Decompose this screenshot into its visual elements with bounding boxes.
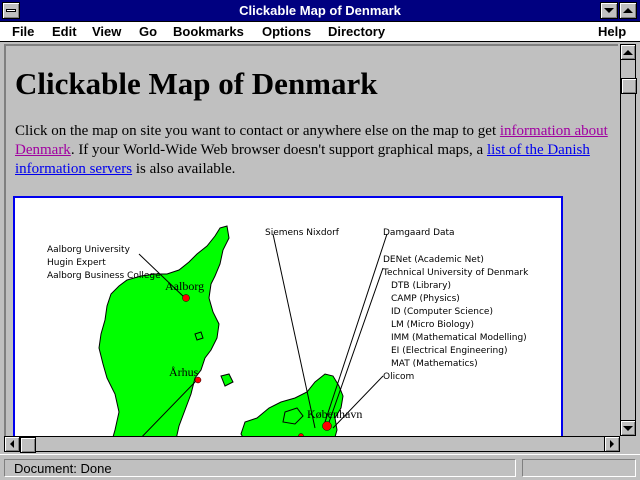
maximize-button[interactable]	[619, 2, 637, 19]
menu-bookmarks[interactable]: Bookmarks	[173, 24, 244, 39]
label-aalborg-business-college[interactable]: Aalborg Business College	[47, 271, 161, 281]
status-text: Document: Done	[4, 459, 516, 477]
island-3	[194, 331, 204, 341]
title-bar: Clickable Map of Denmark	[0, 0, 640, 22]
horizontal-scrollbar[interactable]	[4, 436, 620, 453]
page-title: Clickable Map of Denmark	[15, 66, 378, 101]
menu-options[interactable]: Options	[262, 24, 311, 39]
menu-directory[interactable]: Directory	[328, 24, 385, 39]
horizontal-scroll-thumb[interactable]	[20, 437, 36, 453]
label-id[interactable]: ID (Computer Science)	[391, 307, 493, 317]
document-view: Clickable Map of Denmark Click on the ma…	[4, 44, 618, 436]
window-title: Clickable Map of Denmark	[239, 3, 401, 18]
scroll-up-button[interactable]	[620, 44, 636, 60]
label-aalborg-university[interactable]: Aalborg University	[47, 245, 131, 255]
callout-line-damgaard	[322, 233, 388, 429]
menu-view[interactable]: View	[92, 24, 121, 39]
label-dtu[interactable]: Technical University of Denmark	[382, 268, 529, 278]
site-dot-aalborg[interactable]	[182, 294, 190, 302]
vertical-scroll-thumb[interactable]	[621, 78, 637, 94]
label-camp[interactable]: CAMP (Physics)	[391, 294, 460, 304]
menu-bar: File Edit View Go Bookmarks Options Dire…	[0, 22, 640, 42]
horizontal-scroll-track[interactable]	[20, 436, 604, 453]
label-imm[interactable]: IMM (Mathematical Modelling)	[391, 333, 527, 343]
intro-text-3: is also available.	[132, 161, 236, 177]
vertical-scrollbar[interactable]	[620, 44, 637, 436]
label-dtb[interactable]: DTB (Library)	[391, 281, 451, 291]
label-siemens-nixdorf[interactable]: Siemens Nixdorf	[265, 228, 340, 238]
scroll-left-button[interactable]	[4, 436, 20, 452]
city-label-aarhus: Århus	[169, 365, 199, 379]
menu-help[interactable]: Help	[598, 24, 626, 39]
scroll-right-button[interactable]	[604, 436, 620, 452]
city-label-aalborg: Aalborg	[165, 279, 204, 293]
city-label-kobenhavn: København	[307, 407, 362, 421]
label-denet[interactable]: DENet (Academic Net)	[383, 255, 484, 265]
scroll-left-icon	[10, 440, 14, 448]
intro-paragraph: Click on the map on site you want to con…	[15, 122, 611, 179]
label-damgaard-data[interactable]: Damgaard Data	[383, 228, 455, 238]
vertical-scroll-track[interactable]	[620, 60, 637, 420]
minimize-icon	[604, 8, 614, 13]
minimize-button[interactable]	[600, 2, 618, 19]
scroll-down-button[interactable]	[620, 420, 636, 436]
menu-edit[interactable]: Edit	[52, 24, 77, 39]
label-olicom[interactable]: Olicom	[383, 372, 414, 382]
site-dot-kobenhavn[interactable]	[322, 421, 332, 431]
scroll-up-icon	[623, 49, 633, 55]
menu-go[interactable]: Go	[139, 24, 157, 39]
scroll-right-icon	[610, 440, 614, 448]
jutland-landmass	[98, 225, 230, 436]
label-ei[interactable]: EI (Electrical Engineering)	[391, 346, 507, 356]
label-mat[interactable]: MAT (Mathematics)	[391, 359, 478, 369]
label-lm[interactable]: LM (Micro Biology)	[391, 320, 474, 330]
island-2	[220, 373, 234, 387]
scroll-down-icon	[623, 425, 633, 431]
label-hugin-expert[interactable]: Hugin Expert	[47, 258, 106, 268]
maximize-icon	[623, 8, 633, 13]
intro-text-1: Click on the map on site you want to con…	[15, 123, 500, 139]
clickable-map[interactable]: Aalborg Århus København Aalborg Universi…	[13, 196, 563, 436]
intro-text-2: . If your World-Wide Web browser doesn't…	[70, 142, 487, 158]
menu-file[interactable]: File	[12, 24, 34, 39]
callout-line-dtu	[326, 267, 384, 429]
status-bar: Document: Done	[0, 454, 640, 480]
denmark-map-image[interactable]: Aalborg Århus København Aalborg Universi…	[15, 198, 561, 436]
progress-indicator	[522, 459, 636, 477]
